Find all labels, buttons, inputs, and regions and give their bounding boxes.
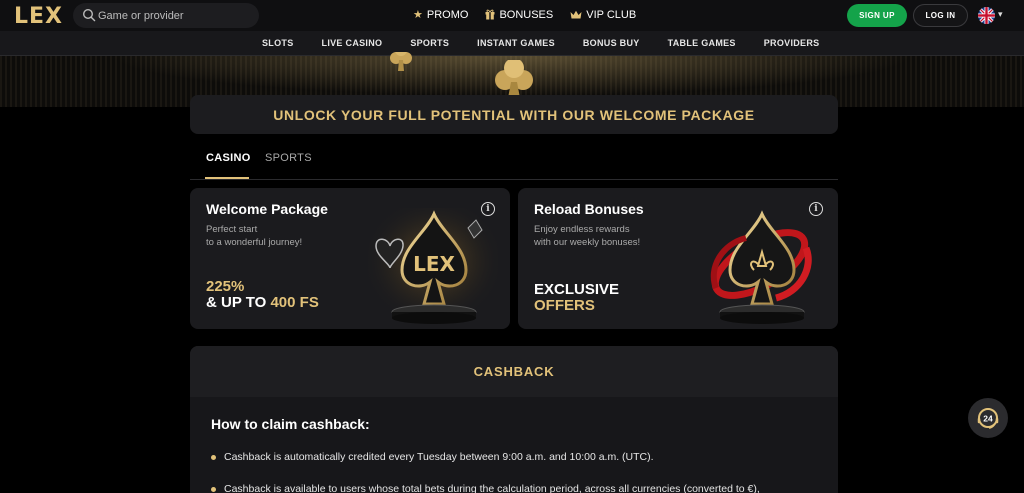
category-slots[interactable]: SLOTS (248, 38, 308, 48)
bonus-tabs: CASINO SPORTS (190, 150, 838, 180)
support-24-icon: 24 (977, 408, 999, 429)
search-icon (82, 8, 96, 22)
star-icon: ★ (413, 9, 423, 21)
reload-bonuses-card[interactable]: Reload Bonuses Enjoy endless rewards wit… (518, 188, 838, 329)
cashback-header: CASHBACK (190, 346, 838, 397)
offer-line: EXCLUSIVE (534, 281, 620, 298)
active-tab-indicator (205, 177, 249, 179)
welcome-package-card[interactable]: Welcome Package Perfect start to a wonde… (190, 188, 510, 329)
category-live-casino[interactable]: LIVE CASINO (308, 38, 397, 48)
card-description: Enjoy endless rewards with our weekly bo… (534, 223, 684, 249)
cashback-howto-heading: How to claim cashback: (211, 416, 370, 432)
bullet-icon (211, 486, 216, 492)
spade-logo-text: LEX (413, 252, 455, 276)
support-chat-button[interactable]: 24 (968, 398, 1008, 438)
bonus-value: 400 FS (270, 294, 319, 311)
card-description-line: Enjoy endless rewards (534, 224, 630, 235)
nav-promo-label: PROMO (426, 8, 469, 21)
signup-button[interactable]: SIGN UP (847, 4, 907, 27)
top-header: LEX ★ PROMO BONUSES VIP CLUB S (0, 0, 1024, 31)
nav-vip-club[interactable]: VIP CLUB (570, 8, 636, 21)
cashback-section: CASHBACK How to claim cashback: Cashback… (190, 346, 838, 493)
bonus-percent: 225% (206, 278, 245, 295)
category-bonus-buy[interactable]: BONUS BUY (569, 38, 654, 48)
category-table-games[interactable]: TABLE GAMES (654, 38, 750, 48)
cashback-title: CASHBACK (473, 364, 555, 379)
bullet-icon (211, 454, 216, 460)
offer-line: OFFERS (534, 297, 595, 314)
list-item: Cashback is available to users whose tot… (211, 483, 760, 493)
nav-promo[interactable]: ★ PROMO (413, 8, 469, 22)
club-icon (495, 60, 533, 98)
card-title: Reload Bonuses (534, 201, 644, 217)
support-label: 24 (983, 414, 993, 424)
search-input[interactable] (98, 6, 248, 25)
login-button[interactable]: LOG IN (913, 4, 968, 27)
nav-vip-club-label: VIP CLUB (586, 8, 637, 21)
welcome-banner: UNLOCK YOUR FULL POTENTIAL WITH OUR WELC… (190, 95, 838, 134)
list-item: Cashback is automatically credited every… (211, 451, 654, 463)
list-item-text: Cashback is automatically credited every… (224, 451, 654, 463)
category-providers[interactable]: PROVIDERS (750, 38, 834, 48)
category-instant-games[interactable]: INSTANT GAMES (463, 38, 569, 48)
nav-bonuses[interactable]: BONUSES (485, 8, 553, 21)
bonus-prefix: & UP TO (206, 294, 271, 311)
top-nav: ★ PROMO BONUSES VIP CLUB (413, 8, 636, 22)
logo[interactable]: LEX (14, 4, 63, 29)
card-title: Welcome Package (206, 201, 328, 217)
gift-icon (485, 9, 495, 20)
card-description-line: with our weekly bonuses! (534, 237, 641, 248)
search-box[interactable] (73, 3, 259, 28)
card-description: Perfect start to a wonderful journey! (206, 223, 356, 249)
card-description-line: to a wonderful journey! (206, 237, 303, 248)
tab-sports[interactable]: SPORTS (265, 152, 312, 164)
nav-bonuses-label: BONUSES (499, 8, 554, 21)
uk-flag-icon[interactable] (978, 7, 995, 24)
list-item-text: Cashback is available to users whose tot… (224, 483, 760, 493)
spade-reload-icon (710, 210, 812, 324)
banner-text: UNLOCK YOUR FULL POTENTIAL WITH OUR WELC… (273, 106, 755, 123)
tab-casino[interactable]: CASINO (206, 152, 251, 164)
club-icon (390, 52, 412, 71)
bonus-free-spins: & UP TO 400 FS (206, 294, 319, 311)
crown-icon (570, 10, 582, 18)
category-nav: SLOTS LIVE CASINO SPORTS INSTANT GAMES B… (0, 31, 1024, 56)
chevron-down-icon[interactable]: ▾ (998, 9, 1003, 20)
card-description-line: Perfect start (206, 224, 258, 235)
spade-logo-icon: LEX (368, 208, 498, 326)
category-sports[interactable]: SPORTS (396, 38, 463, 48)
